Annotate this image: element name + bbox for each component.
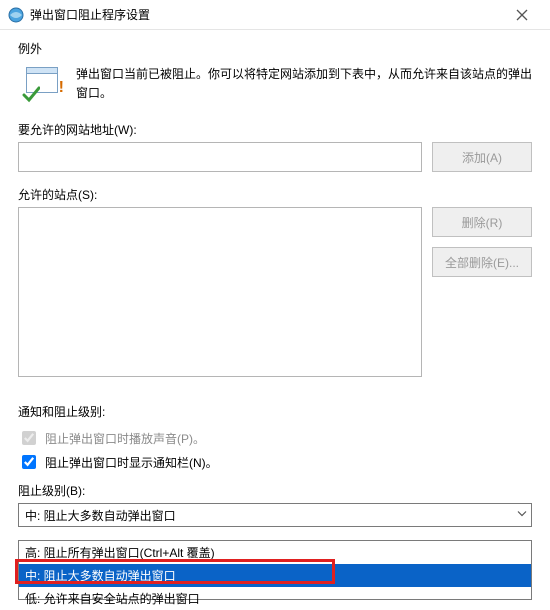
notify-heading: 通知和阻止级别:	[18, 403, 532, 420]
play-sound-row[interactable]: 阻止弹出窗口时播放声音(P)。	[18, 428, 532, 448]
address-label: 要允许的网站地址(W):	[18, 121, 532, 138]
block-level-dropdown[interactable]: 高: 阻止所有弹出窗口(Ctrl+Alt 覆盖) 中: 阻止大多数自动弹出窗口 …	[18, 540, 532, 600]
popup-blocked-icon: !	[24, 65, 62, 101]
block-level-option-high[interactable]: 高: 阻止所有弹出窗口(Ctrl+Alt 覆盖)	[19, 541, 531, 564]
show-bar-checkbox[interactable]	[22, 455, 36, 469]
show-bar-row[interactable]: 阻止弹出窗口时显示通知栏(N)。	[18, 452, 532, 472]
add-button[interactable]: 添加(A)	[432, 142, 532, 172]
block-level-combobox[interactable]: 中: 阻止大多数自动弹出窗口	[18, 503, 532, 527]
allowed-sites-label: 允许的站点(S):	[18, 186, 532, 203]
block-level-current: 中: 阻止大多数自动弹出窗口	[25, 507, 176, 524]
app-icon	[8, 7, 24, 23]
allowed-sites-listbox[interactable]	[18, 207, 422, 377]
block-level-label: 阻止级别(B):	[18, 482, 532, 499]
address-input[interactable]	[18, 142, 422, 172]
window-title: 弹出窗口阻止程序设置	[30, 6, 502, 23]
title-bar: 弹出窗口阻止程序设置	[0, 0, 550, 30]
show-bar-label: 阻止弹出窗口时显示通知栏(N)。	[45, 454, 218, 471]
play-sound-checkbox[interactable]	[22, 431, 36, 445]
info-text: 弹出窗口当前已被阻止。你可以将特定网站添加到下表中，从而允许来自该站点的弹出窗口…	[76, 65, 532, 103]
remove-all-button[interactable]: 全部删除(E)...	[432, 247, 532, 277]
dialog-content: 例外 ! 弹出窗口当前已被阻止。你可以将特定网站添加到下表中，从而允许来自该站点…	[0, 30, 550, 527]
block-level-option-low[interactable]: 低: 允许来自安全站点的弹出窗口	[19, 587, 531, 610]
block-level-option-medium[interactable]: 中: 阻止大多数自动弹出窗口	[19, 564, 531, 587]
info-box: ! 弹出窗口当前已被阻止。你可以将特定网站添加到下表中，从而允许来自该站点的弹出…	[24, 65, 532, 103]
close-button[interactable]	[502, 1, 542, 29]
play-sound-label: 阻止弹出窗口时播放声音(P)。	[45, 430, 205, 447]
exceptions-heading: 例外	[18, 40, 532, 57]
chevron-down-icon	[517, 510, 527, 521]
remove-button[interactable]: 删除(R)	[432, 207, 532, 237]
